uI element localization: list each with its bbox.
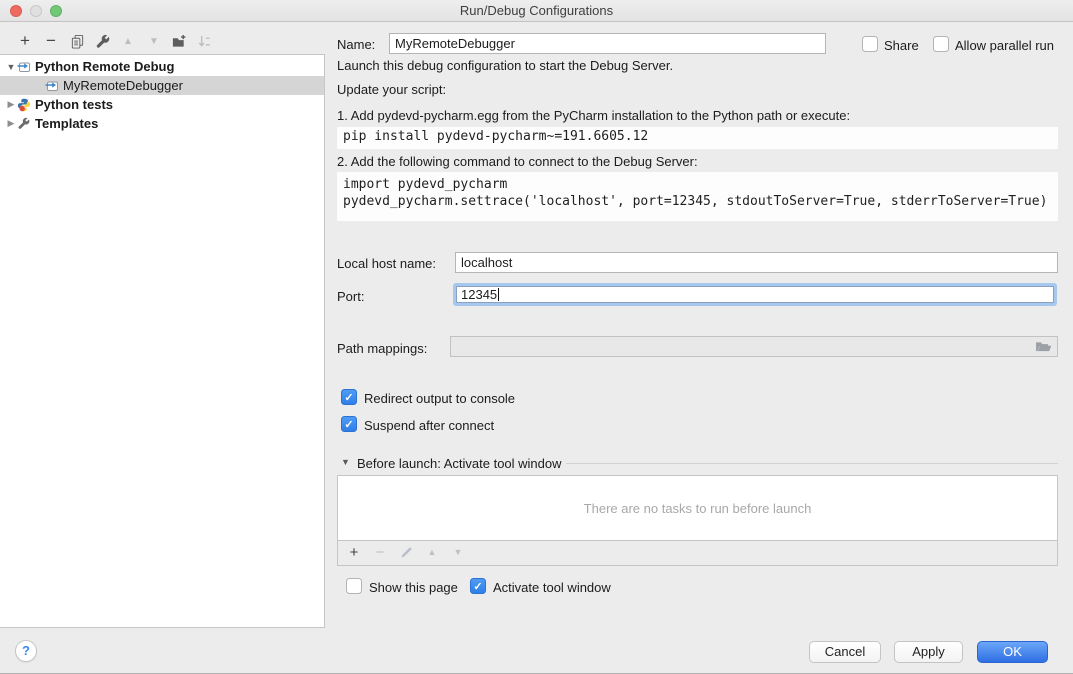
name-label: Name:: [337, 37, 375, 52]
tree-item-label: Python tests: [35, 97, 113, 112]
help-button[interactable]: ?: [15, 640, 37, 662]
tree-item-label: Python Remote Debug: [35, 59, 174, 74]
window-title: Run/Debug Configurations: [0, 3, 1073, 18]
sort-configurations-icon[interactable]: [195, 32, 213, 50]
add-configuration-button[interactable]: +: [16, 32, 34, 50]
tree-item-label: MyRemoteDebugger: [63, 78, 183, 93]
allow-parallel-run-label: Allow parallel run: [955, 38, 1054, 53]
suspend-after-connect-checkbox[interactable]: ✓: [341, 416, 357, 432]
edit-templates-wrench-icon[interactable]: [93, 32, 111, 50]
move-down-button[interactable]: ▼: [145, 32, 163, 50]
move-task-up-button[interactable]: ▲: [424, 544, 440, 560]
remove-task-button[interactable]: −: [372, 544, 388, 560]
redirect-output-label: Redirect output to console: [364, 391, 515, 406]
add-task-button[interactable]: +: [346, 544, 362, 560]
tree-item-label: Templates: [35, 116, 98, 131]
before-launch-separator: [566, 463, 1058, 464]
suspend-after-connect-label: Suspend after connect: [364, 418, 494, 433]
copy-configuration-icon[interactable]: [68, 32, 86, 50]
collapse-arrow-icon[interactable]: ▼: [6, 62, 16, 72]
allow-parallel-run-checkbox[interactable]: [933, 36, 949, 52]
step2-text: 2. Add the following command to connect …: [337, 154, 698, 169]
create-folder-icon[interactable]: [170, 32, 188, 50]
task-list-toolbar: + − ▲ ▼: [337, 541, 1058, 566]
port-label: Port:: [337, 289, 364, 304]
redirect-output-checkbox[interactable]: ✓: [341, 389, 357, 405]
apply-button[interactable]: Apply: [894, 641, 963, 663]
before-launch-task-list[interactable]: There are no tasks to run before launch: [337, 475, 1058, 541]
configurations-toolbar: + − ▲ ▼: [0, 28, 325, 54]
expand-arrow-icon[interactable]: ▶: [6, 118, 16, 129]
before-launch-collapse-icon[interactable]: ▼: [341, 457, 350, 467]
titlebar[interactable]: Run/Debug Configurations: [0, 0, 1073, 22]
share-checkbox[interactable]: [862, 36, 878, 52]
move-task-down-button[interactable]: ▼: [450, 544, 466, 560]
port-input[interactable]: 12345: [456, 286, 1054, 303]
configurations-tree: ▼ Python Remote Debug MyRemoteDebugger ▶…: [0, 54, 325, 628]
step1-text: 1. Add pydevd-pycharm.egg from the PyCha…: [337, 108, 850, 123]
tree-item-myremotedebugger[interactable]: MyRemoteDebugger: [0, 76, 324, 95]
ok-button[interactable]: OK: [977, 641, 1048, 663]
path-mappings-input[interactable]: [450, 336, 1058, 357]
code-settrace-line: pydevd_pycharm.settrace('localhost', por…: [343, 193, 1052, 210]
browse-folder-icon[interactable]: [1035, 340, 1052, 353]
remove-configuration-button[interactable]: −: [42, 32, 60, 50]
edit-task-pencil-icon[interactable]: [398, 544, 414, 560]
share-label: Share: [884, 38, 919, 53]
expand-arrow-icon[interactable]: ▶: [6, 99, 16, 110]
python-tests-icon: [16, 98, 31, 112]
activate-tool-window-checkbox[interactable]: ✓: [470, 578, 486, 594]
settrace-code-block: import pydevd_pycharmpydevd_pycharm.sett…: [337, 172, 1058, 221]
port-value: 12345: [461, 287, 497, 302]
activate-tool-window-label: Activate tool window: [493, 580, 611, 595]
before-launch-title: Before launch: Activate tool window: [357, 456, 562, 471]
path-mappings-label: Path mappings:: [337, 341, 427, 356]
remote-debug-config-icon: [44, 79, 59, 93]
pip-install-code: pip install pydevd-pycharm~=191.6605.12: [337, 127, 1058, 149]
cancel-button[interactable]: Cancel: [809, 641, 881, 663]
show-this-page-label: Show this page: [369, 580, 458, 595]
code-import-line: import pydevd_pycharm: [343, 176, 1052, 193]
intro-text: Launch this debug configuration to start…: [337, 58, 673, 73]
name-input[interactable]: MyRemoteDebugger: [389, 33, 826, 54]
tree-item-python-tests[interactable]: ▶ Python tests: [0, 95, 324, 114]
local-host-name-label: Local host name:: [337, 256, 436, 271]
tree-item-templates[interactable]: ▶ Templates: [0, 114, 324, 133]
move-up-button[interactable]: ▲: [119, 32, 137, 50]
remote-debug-config-icon: [16, 60, 31, 74]
no-tasks-text: There are no tasks to run before launch: [584, 501, 812, 516]
show-this-page-checkbox[interactable]: [346, 578, 362, 594]
tree-item-python-remote-debug[interactable]: ▼ Python Remote Debug: [0, 57, 324, 76]
local-host-name-input[interactable]: localhost: [455, 252, 1058, 273]
templates-wrench-icon: [16, 117, 31, 131]
run-debug-configurations-dialog: Run/Debug Configurations + − ▲ ▼ ▼ Pytho…: [0, 0, 1073, 674]
text-caret: [498, 288, 499, 301]
update-script-text: Update your script:: [337, 82, 446, 97]
